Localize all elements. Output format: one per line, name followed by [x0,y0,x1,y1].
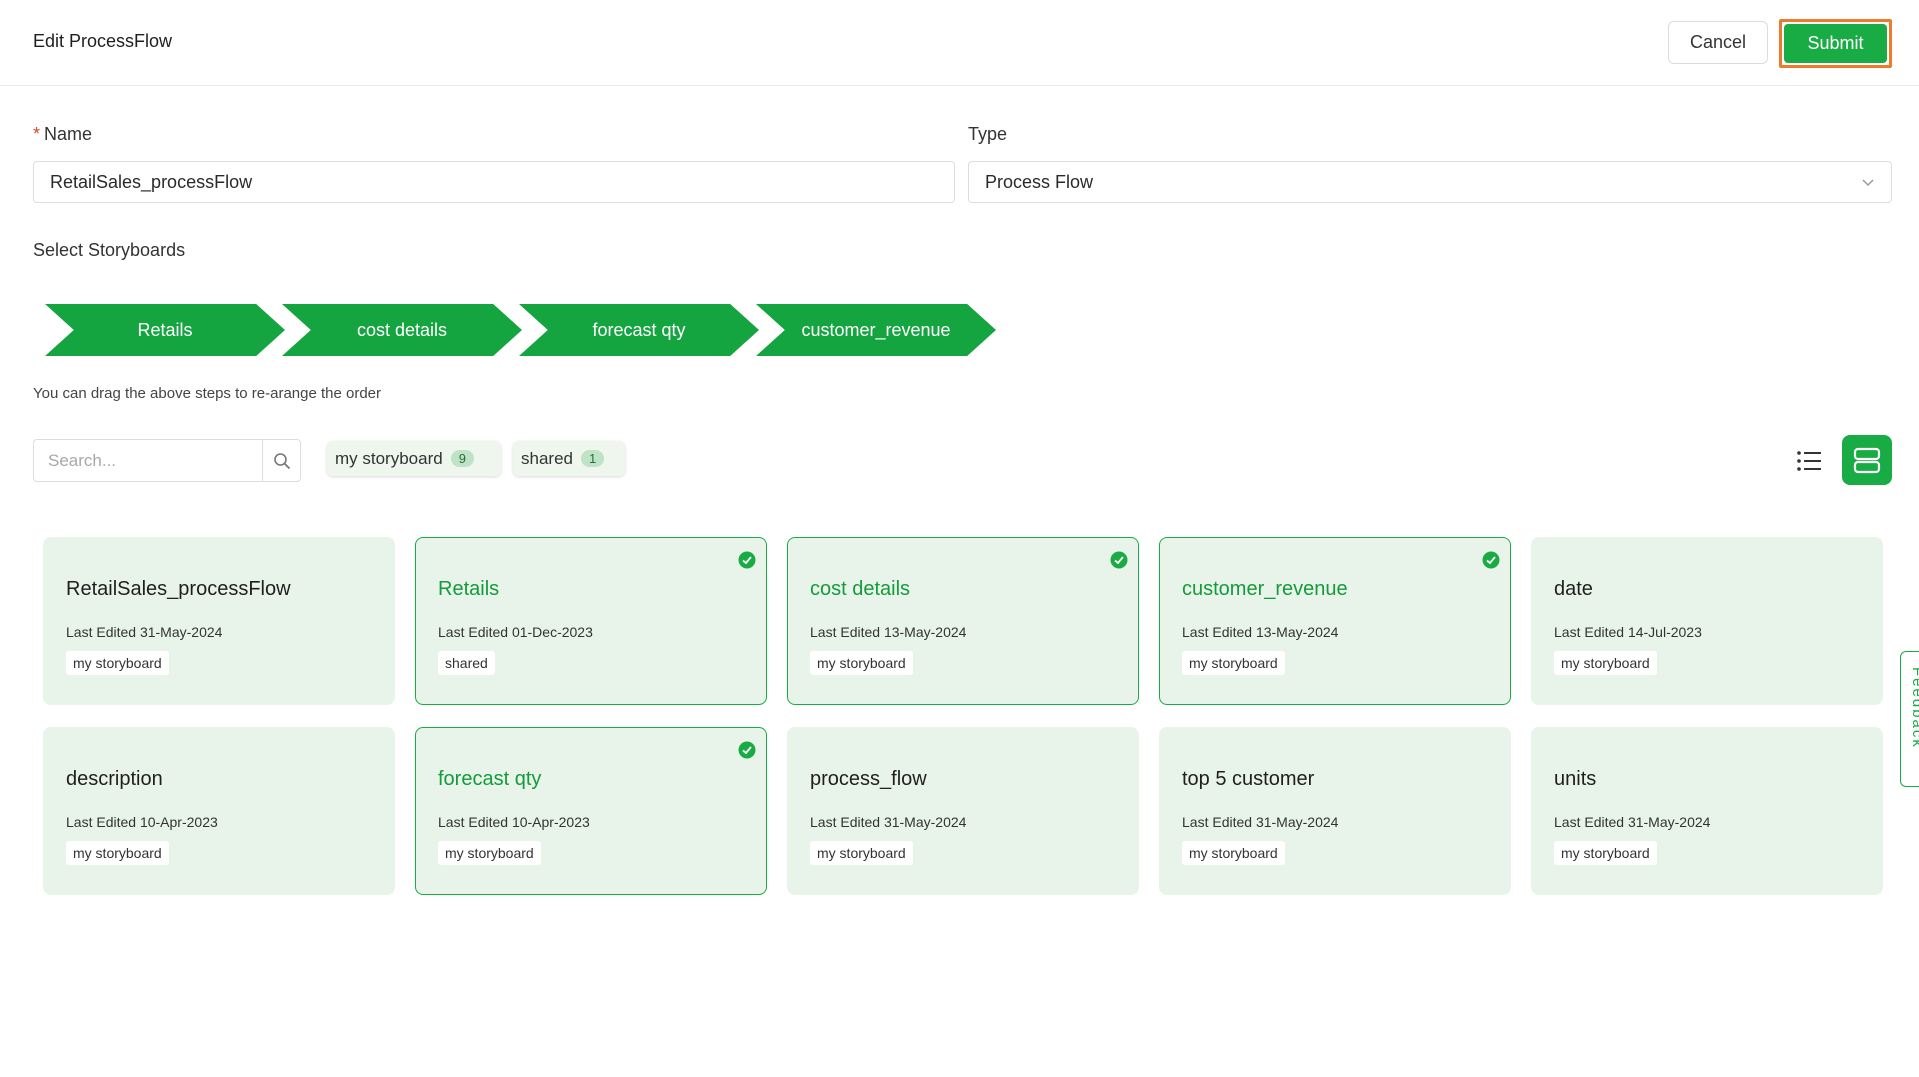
card-tag: my storyboard [1182,651,1285,675]
card-title: description [66,768,163,790]
type-select[interactable]: Process Flow [968,161,1892,203]
card-view-button[interactable] [1842,435,1892,485]
storyboard-card[interactable]: date Last Edited 14-Jul-2023 my storyboa… [1531,537,1883,705]
card-title: cost details [810,578,911,600]
card-tag: my storyboard [1554,651,1657,675]
storyboard-card[interactable]: Retails Last Edited 01-Dec-2023 shared [415,537,767,705]
card-tag: my storyboard [1182,841,1285,865]
step-cost-details[interactable]: cost details [282,304,522,356]
filter-my-storyboard[interactable]: my storyboard 9 [327,441,501,476]
filter-label: my storyboard [335,448,443,468]
type-select-value: Process Flow [985,171,1094,192]
card-date: Last Edited 31-May-2024 [1182,814,1339,830]
filter-shared[interactable]: shared 1 [513,441,625,476]
search-button[interactable] [262,440,300,481]
card-date: Last Edited 10-Apr-2023 [66,814,218,830]
check-circle-icon [1110,551,1128,569]
card-date: Last Edited 13-May-2024 [1182,624,1339,640]
check-circle-icon [738,551,756,569]
required-marker: * [33,124,41,144]
check-circle-icon [738,741,756,759]
filter-count: 1 [580,450,605,467]
page-title: Edit ProcessFlow [33,31,173,51]
drag-hint: You can drag the above steps to re-arang… [33,385,382,402]
chevron-down-icon [1862,179,1874,187]
card-tag: my storyboard [66,651,169,675]
name-label-text: Name [44,124,93,144]
list-view-icon[interactable] [1794,446,1824,476]
card-date: Last Edited 13-May-2024 [810,624,967,640]
storyboards-label: Select Storyboards [33,240,186,260]
search-input[interactable] [34,440,262,481]
filter-count: 9 [450,450,474,467]
header-bar: Edit ProcessFlow Cancel Submit [0,0,1919,86]
card-title: RetailSales_processFlow [66,578,291,600]
card-title: customer_revenue [1182,578,1348,600]
cancel-button[interactable]: Cancel [1668,21,1768,64]
card-tag: my storyboard [810,651,913,675]
storyboard-card[interactable]: cost details Last Edited 13-May-2024 my … [787,537,1139,705]
storyboard-card[interactable]: units Last Edited 31-May-2024 my storybo… [1531,727,1883,895]
storyboard-card[interactable]: RetailSales_processFlow Last Edited 31-M… [43,537,395,705]
card-title: forecast qty [438,768,542,790]
card-date: Last Edited 31-May-2024 [810,814,967,830]
step-forecast-qty[interactable]: forecast qty [519,304,759,356]
card-title: Retails [438,578,500,600]
name-input[interactable] [33,161,955,203]
card-title: process_flow [810,768,927,790]
name-label: * Name [33,124,92,145]
storyboard-card[interactable]: top 5 customer Last Edited 31-May-2024 m… [1159,727,1511,895]
card-view-icon [1853,447,1881,474]
step-retails[interactable]: Retails [45,304,285,356]
card-date: Last Edited 10-Apr-2023 [438,814,590,830]
card-tag: my storyboard [810,841,913,865]
storyboard-card[interactable]: process_flow Last Edited 31-May-2024 my … [787,727,1139,895]
card-title: units [1554,768,1597,790]
card-date: Last Edited 01-Dec-2023 [438,624,593,640]
card-title: top 5 customer [1182,768,1315,790]
storyboard-card[interactable]: description Last Edited 10-Apr-2023 my s… [43,727,395,895]
card-date: Last Edited 14-Jul-2023 [1554,624,1702,640]
card-date: Last Edited 31-May-2024 [66,624,223,640]
search-icon [273,452,290,469]
card-title: date [1554,578,1593,600]
card-date: Last Edited 31-May-2024 [1554,814,1711,830]
storyboard-card[interactable]: forecast qty Last Edited 10-Apr-2023 my … [415,727,767,895]
card-tag: shared [438,651,495,675]
card-tag: my storyboard [438,841,541,865]
feedback-label[interactable]: Feedback [1909,667,1919,749]
filter-label: shared [521,448,573,468]
check-circle-icon [1482,551,1500,569]
step-customer-revenue[interactable]: customer_revenue [756,304,996,356]
type-label: Type [968,124,1008,144]
search-box [33,439,301,482]
storyboard-card[interactable]: customer_revenue Last Edited 13-May-2024… [1159,537,1511,705]
submit-button[interactable]: Submit [1784,24,1887,63]
card-tag: my storyboard [1554,841,1657,865]
card-tag: my storyboard [66,841,169,865]
